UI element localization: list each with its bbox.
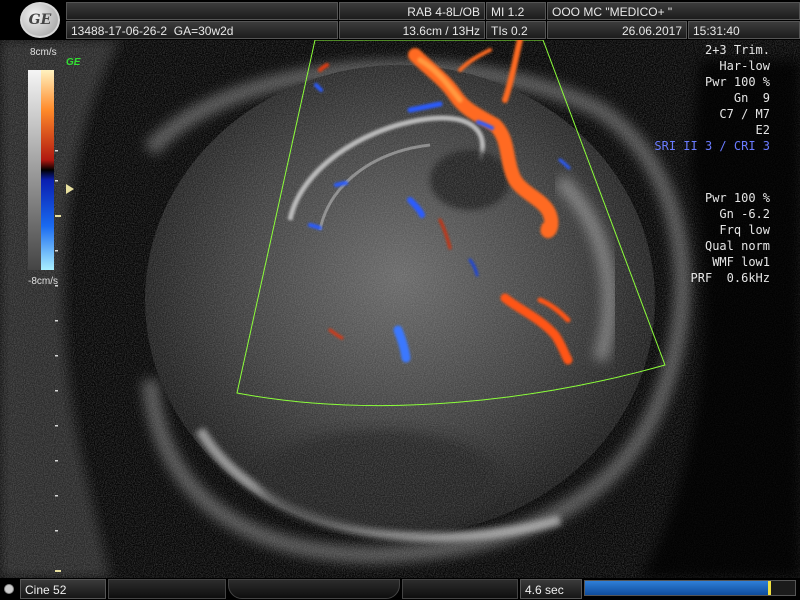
grayscale-bar — [28, 70, 41, 270]
softkey-tab-1[interactable] — [108, 579, 226, 599]
color-prf: PRF 0.6kHz — [690, 271, 770, 285]
exam-date: 26.06.2017 — [547, 21, 687, 39]
mechanical-index: MI 1.2 — [486, 2, 546, 20]
color-power: Pwr 100 % — [704, 191, 770, 205]
header-bar: GE 13488-17-06-26-2 GA=30w2d RAB 4-8L/OB… — [0, 0, 800, 40]
param-enhance: E2 — [755, 123, 770, 137]
param-harmonic: Har-low — [719, 59, 770, 73]
cine-position-marker[interactable] — [767, 581, 771, 595]
clinic-name: OOO MC "MEDICO+ " — [547, 2, 800, 20]
param-map: C7 / M7 — [719, 107, 770, 121]
patient-info: 13488-17-06-26-2 GA=30w2d — [66, 21, 338, 39]
cine-progress-bar[interactable] — [584, 580, 796, 596]
cine-time: 4.6 sec — [520, 579, 582, 599]
ge-logo-text: GE — [28, 12, 52, 28]
scale-top-label: 8cm/s — [30, 47, 57, 58]
ge-badge: GE — [66, 57, 81, 68]
color-quality: Qual norm — [704, 239, 770, 253]
bmode-params: 2+3 Trim. Har-low Pwr 100 % Gn 9 C7 / M7… — [654, 42, 770, 154]
cine-progress-fill — [585, 581, 770, 595]
velocity-scale-bar — [28, 70, 54, 270]
patient-id: 13488-17-06-26-2 — [71, 24, 168, 38]
gestational-age: GA=30w2d — [173, 24, 234, 38]
color-velocity-bar — [41, 70, 54, 270]
cine-record-icon — [4, 584, 14, 594]
param-gain: Gn 9 — [733, 91, 770, 105]
ge-logo: GE — [20, 2, 60, 38]
param-power: Pwr 100 % — [704, 75, 770, 89]
baseline-marker-icon — [66, 184, 74, 194]
color-wall-filter: WMF low1 — [712, 255, 770, 269]
param-preset: 2+3 Trim. — [704, 43, 770, 57]
param-sri: SRI II 3 / CRI 3 — [654, 139, 770, 153]
thermal-index: TIs 0.2 — [486, 21, 546, 39]
scale-bottom-label: -8cm/s — [28, 276, 58, 287]
softkey-tab-3[interactable] — [402, 579, 518, 599]
cine-counter[interactable]: Cine 52 — [20, 579, 106, 599]
color-params: Pwr 100 % Gn -6.2 Frq low Qual norm WMF … — [691, 190, 770, 286]
depth-frequency: 13.6cm / 13Hz — [339, 21, 485, 39]
color-gain: Gn -6.2 — [719, 207, 770, 221]
exam-time: 15:31:40 — [688, 21, 800, 39]
header-top-left-blank — [66, 2, 338, 20]
depth-ticks — [55, 150, 61, 572]
probe-label: RAB 4-8L/OB — [339, 2, 485, 20]
softkey-tab-2[interactable] — [228, 579, 400, 599]
color-frequency: Frq low — [719, 223, 770, 237]
